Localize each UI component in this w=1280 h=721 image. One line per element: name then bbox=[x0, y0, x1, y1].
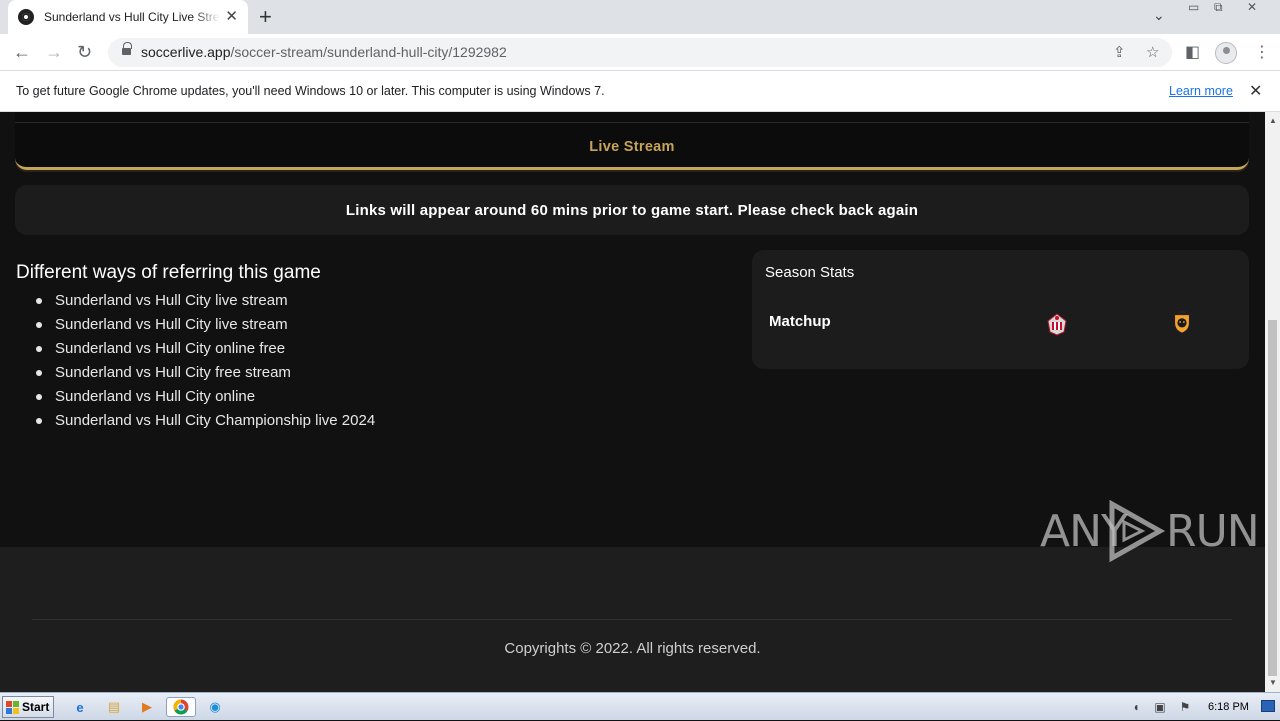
start-button[interactable]: Start bbox=[2, 696, 54, 718]
watermark-text-right: RUN bbox=[1166, 506, 1260, 557]
referring-title: Different ways of referring this game bbox=[16, 262, 321, 283]
windows-taskbar: Start e ▤ ▶ ◉ ◖ ▣ ⚑ 6:18 PM bbox=[0, 692, 1280, 720]
browser-toolbar: ← → ↻ soccerlive.app/soccer-stream/sunde… bbox=[0, 34, 1280, 71]
live-stream-label: Live Stream bbox=[589, 139, 675, 155]
clock[interactable]: 6:18 PM bbox=[1208, 701, 1249, 713]
divider bbox=[15, 122, 1249, 123]
sunderland-crest-icon bbox=[1047, 313, 1067, 336]
referring-list: Sunderland vs Hull City live stream Sund… bbox=[16, 292, 716, 436]
site-footer: Copyrights © 2022. All rights reserved. bbox=[0, 547, 1265, 692]
menu-kebab-icon[interactable]: ⋮ bbox=[1254, 42, 1270, 62]
chrome-logo-icon bbox=[173, 699, 189, 715]
edge-icon[interactable]: ◉ bbox=[204, 697, 226, 717]
url-text[interactable]: soccerlive.app/soccer-stream/sunderland-… bbox=[141, 44, 507, 60]
windows-logo-icon bbox=[6, 700, 19, 714]
minimize-icon[interactable]: ▭ bbox=[1188, 0, 1199, 18]
tab-strip: Sunderland vs Hull City Live Streams ✕ +… bbox=[0, 0, 1280, 34]
window-close-icon[interactable]: ✕ bbox=[1247, 0, 1257, 18]
list-item: Sunderland vs Hull City live stream bbox=[36, 292, 716, 316]
tab-title: Sunderland vs Hull City Live Streams bbox=[44, 10, 220, 24]
live-stream-tab[interactable]: Live Stream bbox=[15, 112, 1249, 170]
system-tray: ◖ ▣ ⚑ 6:18 PM bbox=[1120, 693, 1280, 721]
learn-more-link[interactable]: Learn more bbox=[1169, 84, 1233, 98]
volume-icon[interactable]: ◖ bbox=[1129, 700, 1143, 714]
list-item: Sunderland vs Hull City free stream bbox=[36, 364, 716, 388]
url-domain: soccerlive.app bbox=[141, 44, 231, 60]
scrollbar-thumb[interactable] bbox=[1268, 320, 1277, 676]
copyright-text: Copyrights © 2022. All rights reserved. bbox=[504, 640, 761, 657]
start-label: Start bbox=[22, 700, 50, 714]
forward-arrow-icon[interactable]: → bbox=[45, 42, 63, 62]
file-explorer-icon[interactable]: ▤ bbox=[103, 697, 125, 717]
url-path: /soccer-stream/sunderland-hull-city/1292… bbox=[230, 44, 507, 60]
infobar-close-icon[interactable]: ✕ bbox=[1249, 81, 1262, 101]
list-item: Sunderland vs Hull City live stream bbox=[36, 316, 716, 340]
new-tab-button[interactable]: + bbox=[259, 6, 272, 28]
lock-icon[interactable] bbox=[122, 42, 132, 57]
infobar-message: To get future Google Chrome updates, you… bbox=[16, 84, 605, 98]
play-triangle-icon bbox=[1109, 500, 1166, 562]
list-item: Sunderland vs Hull City Championship liv… bbox=[36, 412, 716, 436]
action-center-flag-icon[interactable]: ⚑ bbox=[1178, 700, 1192, 714]
update-infobar: To get future Google Chrome updates, you… bbox=[0, 71, 1280, 112]
address-bar[interactable]: soccerlive.app/soccer-stream/sunderland-… bbox=[108, 38, 1172, 67]
profile-avatar-icon[interactable] bbox=[1215, 42, 1237, 64]
hull-city-crest-icon bbox=[1174, 310, 1190, 334]
page-scrollbar[interactable]: ▲ ▼ bbox=[1265, 112, 1280, 692]
scroll-down-arrow-icon[interactable]: ▼ bbox=[1269, 678, 1277, 687]
season-stats-card: Season Stats Matchup bbox=[752, 250, 1249, 369]
anyrun-watermark: ANY RUN bbox=[1040, 498, 1260, 562]
tab-close-icon[interactable]: ✕ bbox=[225, 9, 238, 25]
scroll-up-arrow-icon[interactable]: ▲ bbox=[1269, 116, 1277, 125]
restore-icon[interactable]: ⧉ bbox=[1214, 0, 1223, 18]
bookmark-star-icon[interactable]: ☆ bbox=[1146, 43, 1159, 61]
internet-explorer-icon[interactable]: e bbox=[69, 697, 91, 717]
show-desktop-button[interactable] bbox=[1261, 700, 1275, 712]
share-icon[interactable]: ⇪ bbox=[1113, 43, 1126, 61]
media-player-icon[interactable]: ▶ bbox=[136, 697, 158, 717]
page-content: Live Stream Links will appear around 60 … bbox=[0, 112, 1265, 692]
list-item: Sunderland vs Hull City online bbox=[36, 388, 716, 412]
season-stats-title: Season Stats bbox=[765, 264, 855, 281]
reload-icon[interactable]: ↻ bbox=[77, 42, 92, 62]
footer-divider bbox=[32, 619, 1232, 620]
network-icon[interactable]: ▣ bbox=[1153, 700, 1167, 714]
matchup-label: Matchup bbox=[769, 313, 831, 330]
chrome-taskbar-icon[interactable] bbox=[166, 697, 196, 717]
soccer-ball-icon bbox=[18, 9, 34, 25]
list-item: Sunderland vs Hull City online free bbox=[36, 340, 716, 364]
side-panel-icon[interactable]: ◧ bbox=[1185, 42, 1200, 62]
back-arrow-icon[interactable]: ← bbox=[13, 42, 31, 62]
referring-section: Different ways of referring this game Su… bbox=[16, 262, 716, 436]
browser-tab[interactable]: Sunderland vs Hull City Live Streams ✕ bbox=[8, 0, 248, 34]
links-notice-text: Links will appear around 60 mins prior t… bbox=[345, 201, 919, 219]
links-notice: Links will appear around 60 mins prior t… bbox=[15, 185, 1249, 235]
tab-search-chevron-icon[interactable]: ⌄ bbox=[1153, 7, 1165, 24]
